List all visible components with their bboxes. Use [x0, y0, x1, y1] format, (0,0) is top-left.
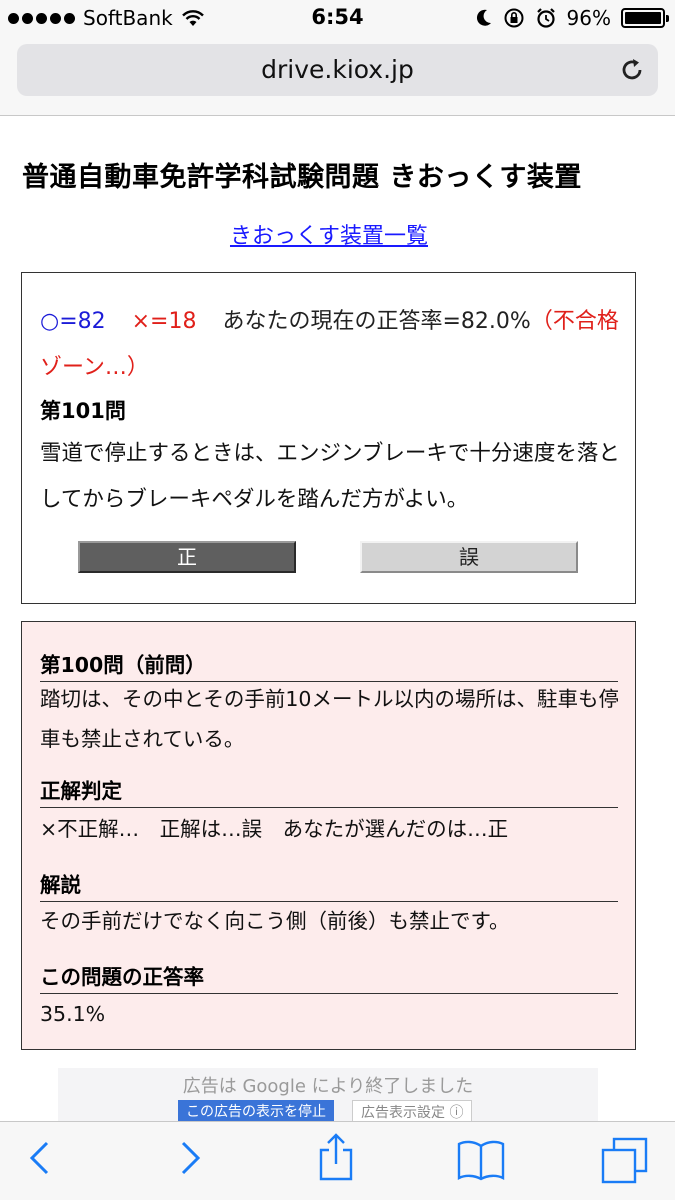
status-right: 96%	[475, 6, 669, 30]
question-rate-heading: この問題の正答率	[40, 960, 618, 994]
ad-ended-text: 広告は Google により終了しました	[182, 1076, 474, 1097]
address-bar[interactable]: drive.kiox.jp	[17, 44, 658, 96]
question-text: 雪道で停止するときは、エンジンブレーキで十分速度を落としてからブレーキペダルを踏…	[40, 441, 620, 512]
bookmarks-icon[interactable]	[456, 1138, 506, 1182]
rotation-lock-icon	[504, 8, 524, 28]
share-icon[interactable]	[316, 1132, 356, 1182]
reload-icon[interactable]	[618, 56, 646, 84]
explanation-heading: 解説	[40, 868, 618, 902]
battery-icon	[621, 8, 669, 28]
ad-area: 広告は Google により終了しました この広告の表示を停止 広告表示設定 ⓘ	[58, 1068, 598, 1124]
previous-result-panel: 第100問（前問） 踏切は、その中とその手前10メートル以内の場所は、駐車も停車…	[21, 621, 636, 1050]
question-rate-value: 35.1%	[40, 1002, 106, 1026]
browser-toolbar	[0, 1121, 675, 1200]
answer-true-button[interactable]: 正	[78, 541, 296, 573]
judgment-text: ×不正解… 正解は…誤 あなたが選んだのは…正	[40, 817, 509, 841]
answer-false-button[interactable]: 誤	[360, 541, 578, 573]
battery-percent: 96%	[566, 6, 611, 30]
status-bar: SoftBank 6:54 96%	[0, 0, 675, 38]
forward-icon[interactable]	[178, 1136, 202, 1180]
current-rate: あなたの現在の正答率=82.0%	[222, 309, 531, 334]
page-title: 普通自動車免許学科試験問題 きおっくす装置	[22, 162, 582, 193]
browser-header: drive.kiox.jp	[0, 38, 675, 116]
previous-question-text: 踏切は、その中とその手前10メートル以内の場所は、駐車も停車も禁止されている。	[40, 687, 619, 751]
previous-question-heading: 第100問（前問）	[40, 648, 618, 682]
question-panel: ○=82 ×=18 あなたの現在の正答率=82.0%（不合格ゾーン…） 第101問 …	[21, 272, 636, 604]
device-list-link[interactable]: きおっくす装置一覧	[0, 218, 658, 250]
question-number: 第101問	[40, 399, 126, 423]
wrong-count: ×=18	[131, 309, 197, 334]
score-line: ○=82 ×=18 あなたの現在の正答率=82.0%（不合格ゾーン…）	[40, 299, 620, 391]
judgment-heading: 正解判定	[40, 774, 618, 808]
explanation-text: その手前だけでなく向こう側（前後）も禁止です。	[40, 909, 510, 933]
url-text[interactable]: drive.kiox.jp	[17, 55, 658, 84]
alarm-icon	[536, 8, 555, 28]
tabs-icon[interactable]	[600, 1136, 650, 1184]
back-icon[interactable]	[28, 1136, 52, 1180]
moon-icon	[476, 9, 491, 26]
correct-count: ○=82	[40, 309, 106, 334]
